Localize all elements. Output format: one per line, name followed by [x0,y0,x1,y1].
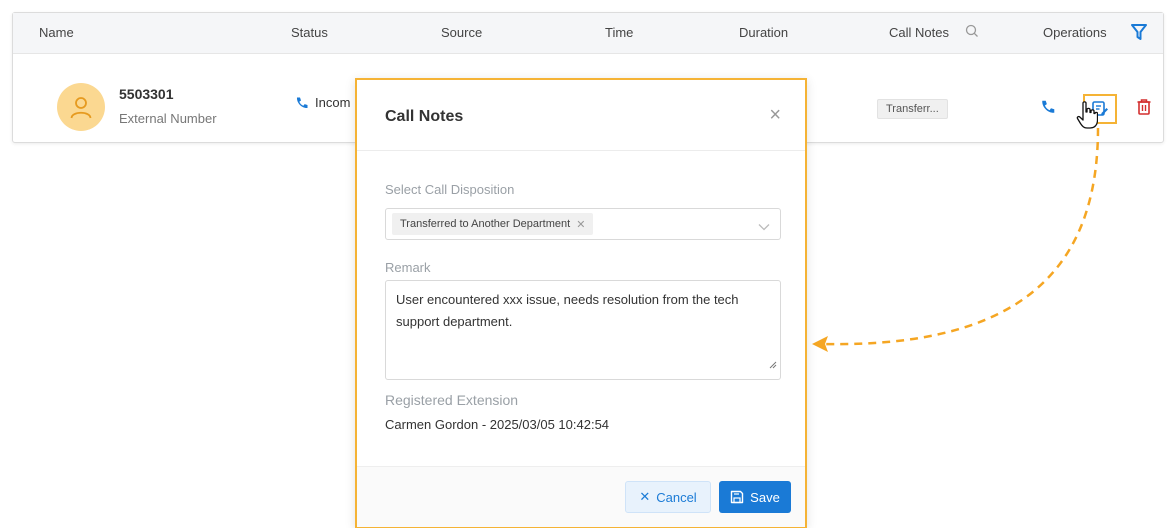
divider [357,150,805,151]
column-status: Status [291,25,328,40]
resize-handle-icon[interactable] [769,354,777,376]
call-notes-modal: Call Notes × Select Call Disposition Tra… [355,78,807,528]
trash-icon [1137,99,1151,115]
save-icon [730,490,744,504]
status-cell: Incom [295,95,350,110]
status-label: Incom [315,95,351,110]
contact-type: External Number [119,111,217,126]
avatar [57,83,105,131]
registered-extension-value: Carmen Gordon - 2025/03/05 10:42:54 [385,417,610,432]
filter-icon[interactable] [1131,23,1147,44]
remove-chip-icon[interactable]: ✕ [576,218,585,231]
search-icon[interactable] [965,24,979,41]
call-notes-tag: Transferr... [877,99,948,119]
contact-number: 5503301 [119,86,174,102]
column-call-notes: Call Notes [889,25,949,40]
disposition-select[interactable]: Transferred to Another Department ✕ [385,208,781,240]
remark-textarea[interactable]: User encountered xxx issue, needs resolu… [385,280,781,380]
save-button[interactable]: Save [719,481,791,513]
column-duration: Duration [739,25,789,40]
phone-icon [1042,100,1055,113]
modal-footer: ✕ Cancel Save [357,466,805,527]
user-icon [70,97,92,119]
table-header: Name Status Source Time Duration Call No… [13,13,1163,54]
chevron-down-icon [758,218,770,236]
hand-cursor-icon [1076,100,1099,135]
incoming-call-icon [296,97,308,108]
column-name: Name [39,25,74,40]
remark-text: User encountered xxx issue, needs resolu… [396,292,739,329]
disposition-label: Select Call Disposition [385,182,515,197]
disposition-chip: Transferred to Another Department ✕ [392,213,594,235]
remark-label: Remark [385,260,431,275]
close-icon[interactable]: × [769,104,781,127]
modal-title: Call Notes [385,108,464,125]
call-button[interactable] [1037,96,1059,118]
delete-button[interactable] [1133,96,1155,118]
close-icon: ✕ [639,489,651,504]
save-label: Save [750,489,780,505]
registered-extension-label: Registered Extension [385,392,519,408]
disposition-chip-label: Transferred to Another Department [400,218,571,230]
cancel-label: Cancel [656,489,697,505]
column-operations: Operations [1043,25,1107,40]
column-source: Source [441,25,483,40]
cancel-button[interactable]: ✕ Cancel [625,481,711,513]
column-time: Time [605,25,634,40]
